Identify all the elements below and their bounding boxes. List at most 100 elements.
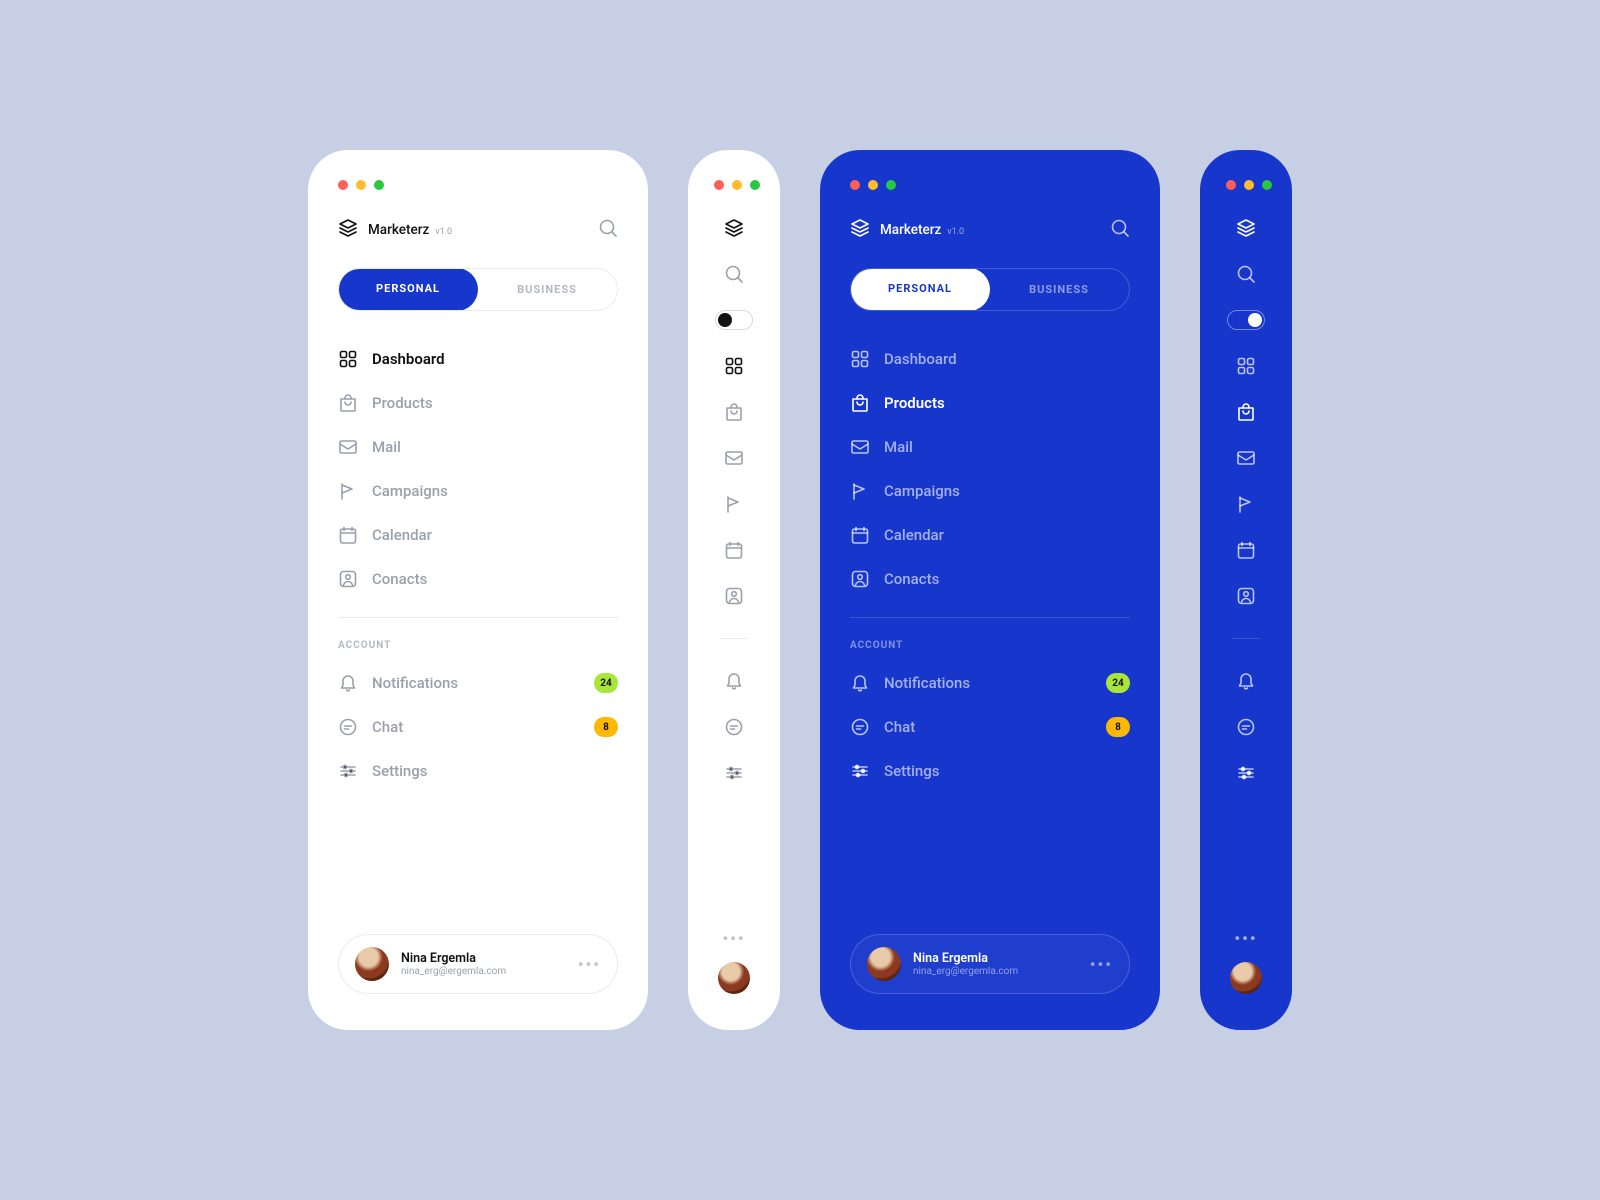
- section-title-account: ACCOUNT: [338, 640, 618, 651]
- dashboard-icon[interactable]: [724, 356, 744, 376]
- brand-name: Marketerz: [880, 222, 941, 238]
- campaigns-icon: [850, 481, 870, 501]
- maximize-dot[interactable]: [750, 180, 760, 190]
- user-name: Nina Ergemla: [401, 951, 506, 966]
- maximize-dot[interactable]: [886, 180, 896, 190]
- contacts-icon[interactable]: [724, 586, 744, 606]
- sidebar-dark-collapsed: •••: [1200, 150, 1292, 1030]
- chat-icon[interactable]: [1236, 717, 1256, 737]
- close-dot[interactable]: [714, 180, 724, 190]
- bell-icon[interactable]: [724, 671, 744, 691]
- nav-notifications[interactable]: Notifications 24: [338, 663, 618, 703]
- calendar-icon[interactable]: [1236, 540, 1256, 560]
- minimize-dot[interactable]: [356, 180, 366, 190]
- nav-campaigns[interactable]: Campaigns: [850, 471, 1130, 511]
- close-dot[interactable]: [338, 180, 348, 190]
- nav-mail[interactable]: Mail: [850, 427, 1130, 467]
- tab-personal[interactable]: PERSONAL: [850, 268, 990, 311]
- search-icon[interactable]: [1110, 218, 1130, 238]
- contacts-icon[interactable]: [1236, 586, 1256, 606]
- tab-personal[interactable]: PERSONAL: [338, 268, 478, 311]
- more-icon[interactable]: •••: [1090, 955, 1113, 974]
- mail-icon[interactable]: [1236, 448, 1256, 468]
- products-icon[interactable]: [724, 402, 744, 422]
- chat-icon[interactable]: [724, 717, 744, 737]
- tab-business[interactable]: BUSINESS: [989, 269, 1129, 310]
- avatar[interactable]: [718, 962, 750, 994]
- settings-icon[interactable]: [1236, 763, 1256, 783]
- nav-label: Campaigns: [372, 482, 448, 500]
- nav-label: Dashboard: [372, 350, 445, 368]
- nav-notifications[interactable]: Notifications 24: [850, 663, 1130, 703]
- nav-label: Chat: [372, 718, 403, 736]
- dashboard-icon: [338, 349, 358, 369]
- nav-contacts[interactable]: Conacts: [850, 559, 1130, 599]
- nav-calendar[interactable]: Calendar: [850, 515, 1130, 555]
- nav-label: Products: [372, 394, 433, 412]
- search-icon[interactable]: [1236, 264, 1256, 284]
- section-title-account: ACCOUNT: [850, 640, 1130, 651]
- nav-label: Conacts: [884, 570, 939, 588]
- tab-business[interactable]: BUSINESS: [477, 269, 617, 310]
- calendar-icon[interactable]: [724, 540, 744, 560]
- settings-icon: [850, 761, 870, 781]
- mail-icon[interactable]: [724, 448, 744, 468]
- theme-toggle[interactable]: [1227, 310, 1265, 330]
- chat-icon: [850, 717, 870, 737]
- chat-badge: 8: [1106, 717, 1130, 737]
- more-icon[interactable]: •••: [1234, 929, 1257, 948]
- brand-version: v1.0: [435, 227, 452, 237]
- nav-dashboard[interactable]: Dashboard: [338, 339, 618, 379]
- minimize-dot[interactable]: [868, 180, 878, 190]
- theme-toggle[interactable]: [715, 310, 753, 330]
- nav-products[interactable]: Products: [338, 383, 618, 423]
- avatar[interactable]: [1230, 962, 1262, 994]
- chat-icon: [338, 717, 358, 737]
- nav-settings[interactable]: Settings: [850, 751, 1130, 791]
- logo-icon: [724, 218, 744, 238]
- nav-label: Calendar: [372, 526, 432, 544]
- nav-label: Settings: [372, 762, 428, 780]
- bell-icon[interactable]: [1236, 671, 1256, 691]
- user-card[interactable]: Nina Ergemla nina_erg@ergemla.com •••: [338, 934, 618, 994]
- more-icon[interactable]: •••: [722, 929, 745, 948]
- divider: [1232, 638, 1260, 639]
- nav-contacts[interactable]: Conacts: [338, 559, 618, 599]
- nav-dashboard[interactable]: Dashboard: [850, 339, 1130, 379]
- products-icon[interactable]: [1236, 402, 1256, 422]
- mail-icon: [338, 437, 358, 457]
- nav-calendar[interactable]: Calendar: [338, 515, 618, 555]
- settings-icon[interactable]: [724, 763, 744, 783]
- minimize-dot[interactable]: [1244, 180, 1254, 190]
- campaigns-icon[interactable]: [1236, 494, 1256, 514]
- window-controls: [850, 180, 1130, 190]
- maximize-dot[interactable]: [1262, 180, 1272, 190]
- nav-chat[interactable]: Chat 8: [850, 707, 1130, 747]
- user-email: nina_erg@ergemla.com: [401, 966, 506, 977]
- brand: Marketerz v1.0: [850, 218, 964, 238]
- nav-settings[interactable]: Settings: [338, 751, 618, 791]
- nav-mail[interactable]: Mail: [338, 427, 618, 467]
- nav-label: Notifications: [372, 674, 458, 692]
- dashboard-icon[interactable]: [1236, 356, 1256, 376]
- account-type-tabs: PERSONAL BUSINESS: [338, 268, 618, 311]
- nav-label: Chat: [884, 718, 915, 736]
- nav-products[interactable]: Products: [850, 383, 1130, 423]
- nav-chat[interactable]: Chat 8: [338, 707, 618, 747]
- search-icon[interactable]: [724, 264, 744, 284]
- user-card[interactable]: Nina Ergemla nina_erg@ergemla.com •••: [850, 934, 1130, 994]
- window-controls: [714, 180, 760, 190]
- account-type-tabs: PERSONAL BUSINESS: [850, 268, 1130, 311]
- minimize-dot[interactable]: [732, 180, 742, 190]
- campaigns-icon[interactable]: [724, 494, 744, 514]
- nav-campaigns[interactable]: Campaigns: [338, 471, 618, 511]
- search-icon[interactable]: [598, 218, 618, 238]
- maximize-dot[interactable]: [374, 180, 384, 190]
- brand: Marketerz v1.0: [338, 218, 452, 238]
- divider: [720, 638, 748, 639]
- more-icon[interactable]: •••: [578, 955, 601, 974]
- dashboard-icon: [850, 349, 870, 369]
- close-dot[interactable]: [850, 180, 860, 190]
- close-dot[interactable]: [1226, 180, 1236, 190]
- products-icon: [338, 393, 358, 413]
